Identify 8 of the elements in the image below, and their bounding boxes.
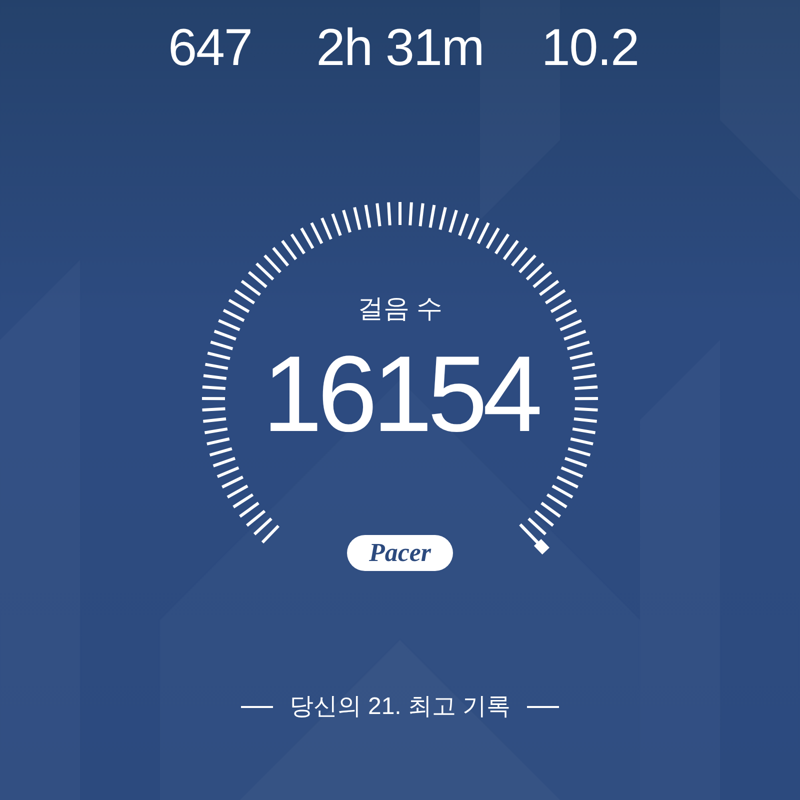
gauge-marker [519, 523, 550, 555]
stat-value: 647 [168, 18, 252, 78]
stat-value: 10.2 [541, 18, 639, 78]
stat-value: 2h 31m [316, 18, 484, 78]
record-caption: 당신의 21. 최고 기록 [289, 692, 511, 722]
steps-label: 걸음 수 [357, 292, 443, 325]
logo: Pacer [346, 535, 454, 571]
steps-count: 16154 [262, 334, 538, 454]
